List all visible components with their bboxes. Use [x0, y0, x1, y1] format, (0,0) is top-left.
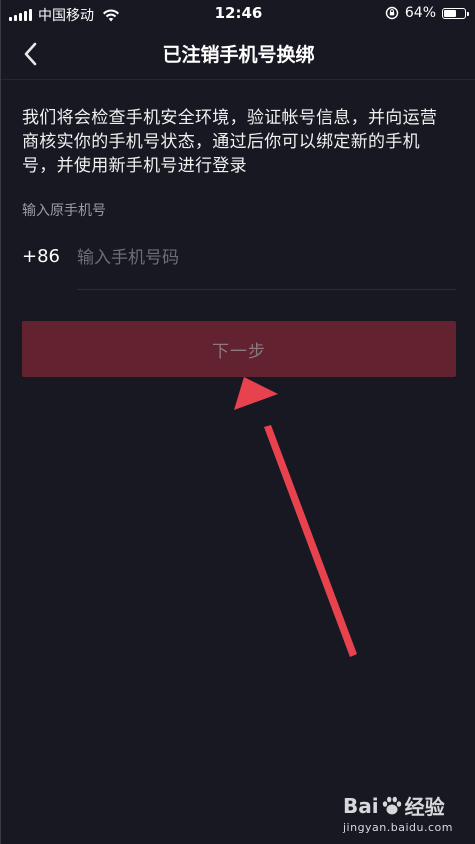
watermark-brand-right: 经验	[404, 795, 445, 819]
page-title: 已注销手机号换绑	[162, 44, 315, 66]
battery-level	[444, 9, 457, 17]
phone-number-input[interactable]	[77, 240, 455, 276]
orientation-lock-icon	[385, 6, 399, 20]
chevron-left-icon	[24, 42, 37, 66]
country-code[interactable]: +86	[22, 246, 60, 267]
instruction-text: 我们将会检查手机安全环境，验证帐号信息，并向运营商核实你的手机号状态，通过后你可…	[22, 108, 438, 176]
status-right: 64%	[385, 5, 469, 21]
watermark-brand: Bai 经验	[343, 791, 453, 820]
input-underline	[77, 289, 456, 290]
battery-icon	[442, 7, 469, 19]
app-screen: 中国移动 12:46 64% 已注销手机号换绑 我们将会检查手机安全环境，验证帐…	[0, 0, 475, 844]
watermark-brand-left: Bai	[342, 793, 379, 818]
paw-icon	[382, 796, 401, 814]
back-button[interactable]	[15, 38, 47, 70]
baidu-watermark: Bai 经验 jingyan.baidu.com	[342, 791, 453, 835]
watermark-url: jingyan.baidu.com	[342, 821, 453, 834]
navigation-bar: 已注销手机号换绑	[1, 28, 475, 80]
status-bar: 中国移动 12:46 64%	[1, 0, 475, 28]
battery-percent: 64%	[404, 5, 436, 21]
next-step-button[interactable]: 下一步	[22, 321, 456, 377]
phone-field-label: 输入原手机号	[22, 203, 106, 219]
